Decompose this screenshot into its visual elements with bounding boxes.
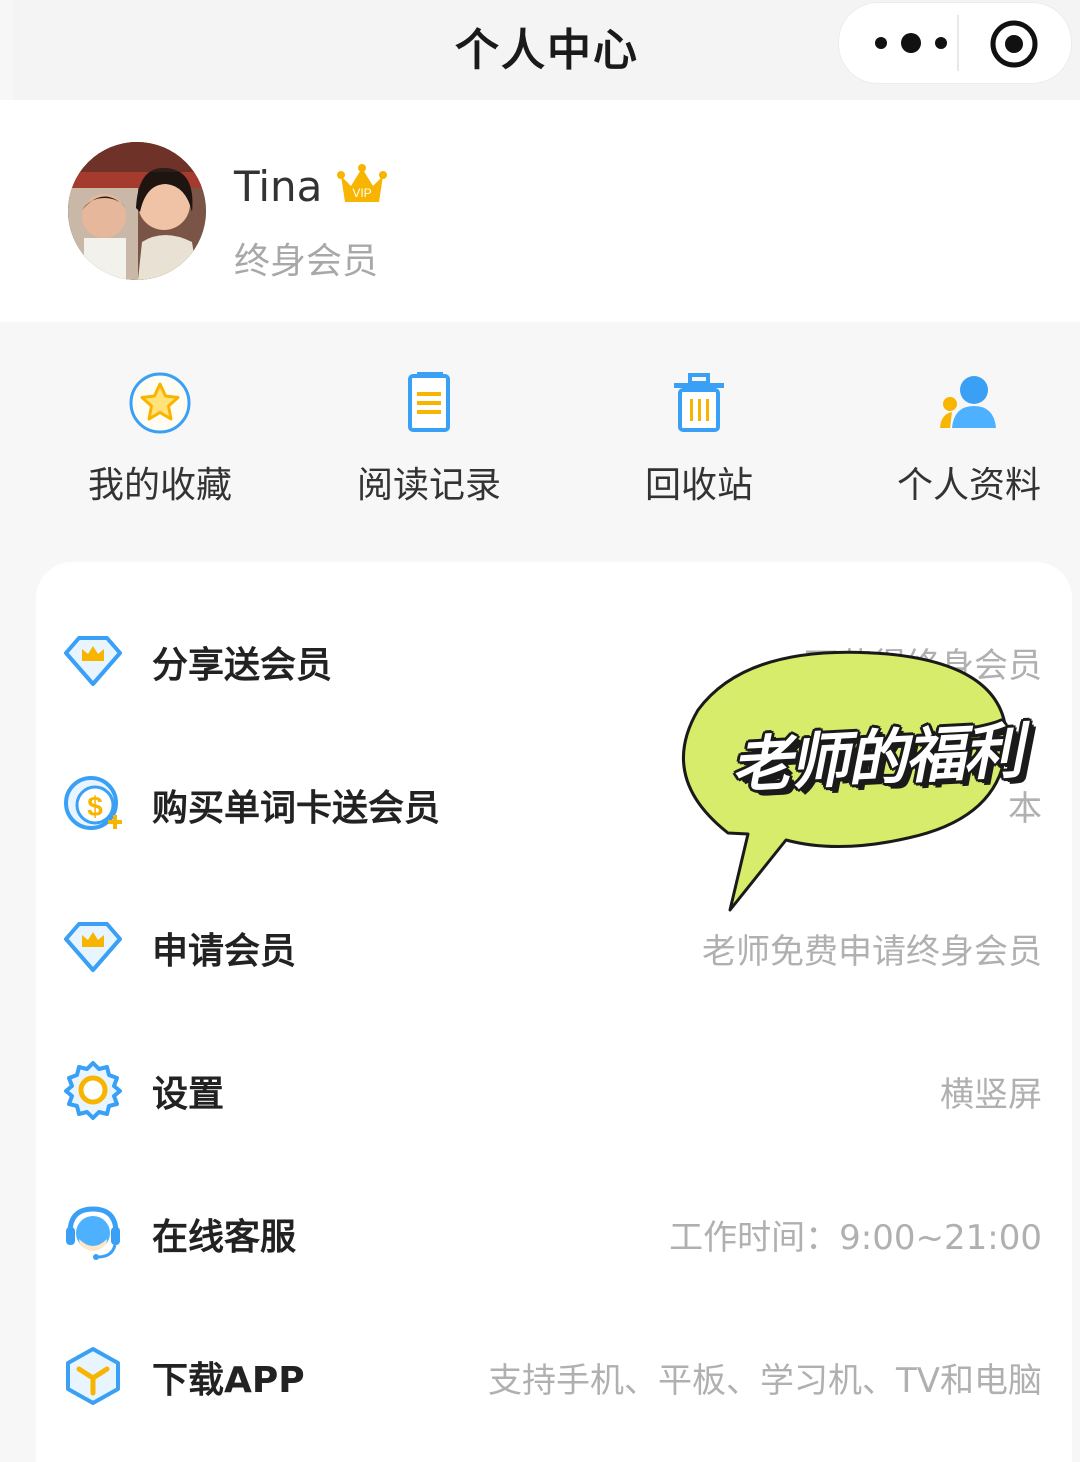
- diamond-crown-icon: [64, 922, 122, 972]
- svg-text:$: $: [87, 791, 103, 822]
- menu-title: 下载APP: [152, 1360, 305, 1401]
- more-dots-icon[interactable]: [869, 25, 953, 61]
- menu-title: 分享送会员: [152, 645, 333, 686]
- menu-desc: 老师免费申请终身会员: [702, 932, 1042, 972]
- quick-actions: 我的收藏 阅读记录 回收站 个人资料: [14, 322, 1080, 562]
- menu-title: 购买单词卡送会员: [152, 788, 441, 829]
- reading-history-label: 阅读记录: [356, 465, 501, 506]
- vip-crown-icon: VIP: [337, 164, 387, 202]
- menu-item-download-app[interactable]: 下载APP 支持手机、平板、学习机、TV和电脑: [36, 1321, 1072, 1431]
- username: Tina: [234, 162, 323, 211]
- recycle-bin-button[interactable]: 回收站: [589, 370, 809, 508]
- menu-desc: 支持手机、平板、学习机、TV和电脑: [487, 1361, 1042, 1401]
- coin-plus-icon: $: [64, 776, 122, 830]
- profile-header: Tina VIP 终身会员: [0, 100, 1080, 322]
- user-profile-icon: [940, 376, 996, 428]
- avatar[interactable]: [68, 142, 206, 280]
- sticker-overlay: 老师的福利: [668, 648, 1058, 918]
- star-icon: [129, 372, 191, 434]
- menu-desc: 工作时间：9:00~21:00: [669, 1218, 1042, 1258]
- menu-item-customer-service[interactable]: 在线客服 工作时间：9:00~21:00: [36, 1178, 1072, 1288]
- profile-info-label: 个人资料: [896, 465, 1041, 506]
- recycle-bin-label: 回收站: [644, 465, 753, 506]
- menu-title: 设置: [152, 1074, 225, 1115]
- reading-history-button[interactable]: 阅读记录: [319, 370, 539, 508]
- menu-title: 在线客服: [152, 1217, 297, 1258]
- favorites-label: 我的收藏: [87, 465, 232, 506]
- menu-item-settings[interactable]: 设置 横竖屏: [36, 1035, 1072, 1145]
- document-icon: [408, 372, 450, 432]
- menu-title: 申请会员: [152, 931, 297, 972]
- headset-icon: [66, 1206, 120, 1260]
- menu-desc: 横竖屏: [940, 1075, 1042, 1115]
- target-close-icon[interactable]: [989, 19, 1039, 69]
- diamond-crown-icon: [64, 636, 122, 686]
- gear-icon: [64, 1061, 122, 1120]
- sticker-text: 老师的福利: [729, 716, 1023, 802]
- box-download-icon: [66, 1347, 120, 1405]
- nav-bar: 个人中心: [14, 0, 1080, 100]
- member-level: 终身会员: [234, 241, 379, 282]
- vip-badge-text: VIP: [352, 186, 371, 200]
- mini-program-capsule: [838, 2, 1072, 84]
- capsule-divider: [957, 15, 959, 71]
- profile-info-button[interactable]: 个人资料: [859, 370, 1079, 508]
- trash-icon: [674, 373, 724, 432]
- favorites-button[interactable]: 我的收藏: [50, 370, 270, 508]
